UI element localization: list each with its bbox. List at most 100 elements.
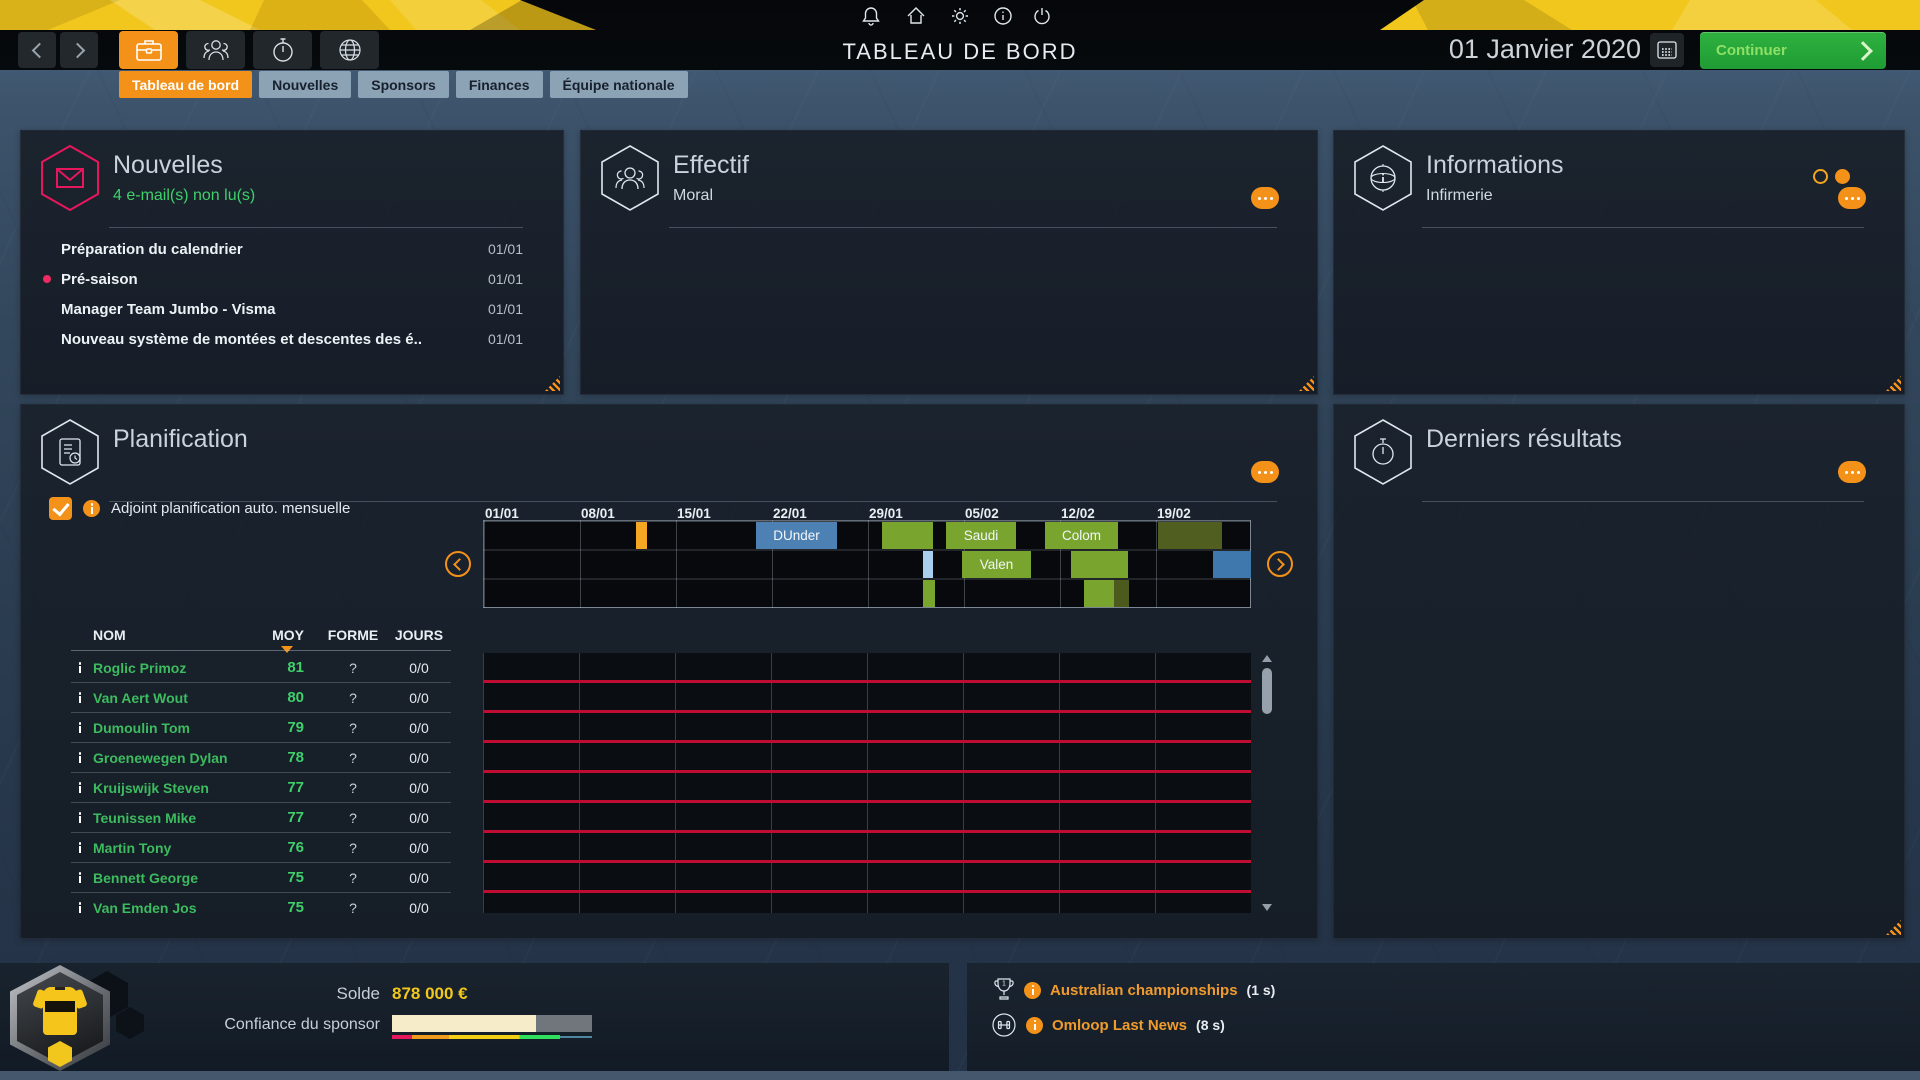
table-row[interactable]: Martin Tony 76 ? 0/0	[21, 833, 1317, 863]
race-bar[interactable]	[1158, 522, 1222, 549]
more-options-button[interactable]	[1838, 461, 1866, 483]
news-item[interactable]: Nouveau système de montées et descentes …	[61, 324, 523, 354]
table-row[interactable]: Van Aert Wout 80 ? 0/0	[21, 683, 1317, 713]
bottom-strip	[0, 1071, 1920, 1080]
results-hexagon-icon	[1354, 419, 1412, 485]
home-icon[interactable]	[904, 4, 928, 28]
module-world-button[interactable]	[320, 31, 379, 69]
news-item[interactable]: Pré-saison 01/01	[61, 264, 523, 294]
panel-subtitle: Infirmerie	[1426, 187, 1493, 205]
tab-finances[interactable]: Finances	[456, 71, 543, 98]
rider-schedule-strip	[483, 773, 1251, 803]
timeline-date: 22/01	[773, 506, 869, 521]
footer-team-bar: Solde 878 000 € Confiance du sponsor	[0, 963, 949, 1071]
nav-forward-button[interactable]	[60, 32, 98, 68]
sponsor-confidence-fill	[392, 1015, 536, 1032]
panel-informations: Informations Infirmerie	[1333, 130, 1905, 395]
event-row[interactable]: Omloop Last News (8 s)	[991, 1013, 1225, 1037]
scroll-down-icon[interactable]	[1262, 904, 1272, 911]
more-options-button[interactable]	[1251, 187, 1279, 209]
rider-schedule-strip	[483, 833, 1251, 863]
table-row[interactable]: Dumoulin Tom 79 ? 0/0	[21, 713, 1317, 743]
module-races-button[interactable]	[253, 31, 312, 69]
panel-planification: Planification Adjoint planification auto…	[20, 404, 1318, 939]
game-date: 01 Janvier 2020	[1400, 34, 1641, 65]
event-row[interactable]: 1 Australian championships (1 s)	[993, 978, 1275, 1002]
briefcase-icon	[135, 37, 163, 63]
nav-back-button[interactable]	[18, 32, 56, 68]
table-row[interactable]: Van Emden Jos 75 ? 0/0	[21, 893, 1317, 913]
more-options-button[interactable]	[1251, 461, 1279, 483]
auto-planning-checkbox[interactable]	[49, 497, 72, 520]
rider-schedule-strip	[483, 713, 1251, 743]
confidence-scale-tail	[560, 1036, 592, 1038]
globe-icon	[336, 36, 364, 64]
event-link[interactable]: Australian championships	[1050, 982, 1238, 999]
more-options-button[interactable]	[1838, 187, 1866, 209]
settings-gear-icon[interactable]	[948, 4, 972, 28]
table-row[interactable]: Teunissen Mike 77 ? 0/0	[21, 803, 1317, 833]
resize-handle[interactable]	[1299, 376, 1314, 391]
table-scrollbar[interactable]	[1261, 655, 1273, 911]
news-item[interactable]: Préparation du calendrier 01/01	[61, 234, 523, 264]
race-bar[interactable]: Valen	[962, 551, 1031, 578]
race-bar[interactable]	[1114, 580, 1129, 607]
notifications-bell-icon[interactable]	[859, 4, 883, 28]
calendar-timeline-grid[interactable]: DUnder Saudi Colom Valen	[483, 520, 1251, 608]
svg-text:1: 1	[1002, 981, 1006, 988]
scroll-up-icon[interactable]	[1262, 655, 1272, 662]
col-header-moy[interactable]: MOY	[244, 627, 304, 643]
timeline-date: 12/02	[1061, 506, 1157, 521]
race-bar[interactable]	[1213, 551, 1251, 578]
continue-label: Continuer	[1716, 42, 1787, 59]
table-row[interactable]: Bennett George 75 ? 0/0	[21, 863, 1317, 893]
timeline-next-button[interactable]	[1267, 551, 1293, 577]
solde-label: Solde	[180, 984, 380, 1004]
rider-schedule-strip	[483, 863, 1251, 893]
col-header-jours[interactable]: JOURS	[389, 627, 449, 643]
table-row[interactable]: Roglic Primoz 81 ? 0/0	[21, 653, 1317, 683]
page-dot-filled[interactable]	[1835, 169, 1850, 184]
module-team-button[interactable]	[119, 31, 178, 69]
tab-tableau-de-bord[interactable]: Tableau de bord	[119, 71, 252, 98]
tab-equipe-nationale[interactable]: Équipe nationale	[550, 71, 688, 98]
race-bar[interactable]: Saudi	[946, 522, 1016, 549]
timeline-prev-button[interactable]	[445, 551, 471, 577]
col-header-nom[interactable]: NOM	[93, 627, 126, 643]
scrollbar-thumb[interactable]	[1262, 668, 1272, 714]
resize-handle[interactable]	[545, 376, 560, 391]
race-bar[interactable]: Colom	[1045, 522, 1118, 549]
col-header-forme[interactable]: FORME	[323, 627, 383, 643]
page-dot-outline[interactable]	[1813, 169, 1828, 184]
info-badge-icon[interactable]	[83, 500, 100, 517]
panel-effectif: Effectif Moral	[580, 130, 1318, 395]
tab-sponsors[interactable]: Sponsors	[358, 71, 449, 98]
race-bar[interactable]	[923, 551, 933, 578]
resize-handle[interactable]	[1886, 376, 1901, 391]
calendar-button[interactable]	[1650, 33, 1684, 67]
info-icon[interactable]	[991, 4, 1015, 28]
power-icon[interactable]	[1030, 4, 1054, 28]
module-riders-button[interactable]	[186, 31, 245, 69]
race-bar[interactable]	[1084, 580, 1114, 607]
continue-button[interactable]: Continuer	[1700, 32, 1886, 69]
race-bar[interactable]	[1071, 551, 1128, 578]
race-bar[interactable]	[636, 522, 647, 549]
chevron-right-icon	[69, 42, 85, 58]
squad-hexagon-icon	[601, 145, 659, 211]
table-row[interactable]: Kruijswijk Steven 77 ? 0/0	[21, 773, 1317, 803]
race-bar[interactable]	[923, 580, 935, 607]
info-badge-icon[interactable]	[1024, 982, 1041, 999]
table-row[interactable]: Groenewegen Dylan 78 ? 0/0	[21, 743, 1317, 773]
race-bar[interactable]	[882, 522, 933, 549]
tab-nouvelles[interactable]: Nouvelles	[259, 71, 351, 98]
resize-handle[interactable]	[1886, 920, 1901, 935]
info-badge-icon[interactable]	[1026, 1017, 1043, 1034]
stopwatch-icon	[270, 36, 296, 64]
team-logo[interactable]	[10, 965, 110, 1071]
timeline-date: 29/01	[869, 506, 965, 521]
race-bar[interactable]: DUnder	[756, 522, 837, 549]
event-link[interactable]: Omloop Last News	[1052, 1017, 1187, 1034]
sponsor-confidence-bar	[392, 1015, 592, 1032]
news-item[interactable]: Manager Team Jumbo - Visma 01/01	[61, 294, 523, 324]
